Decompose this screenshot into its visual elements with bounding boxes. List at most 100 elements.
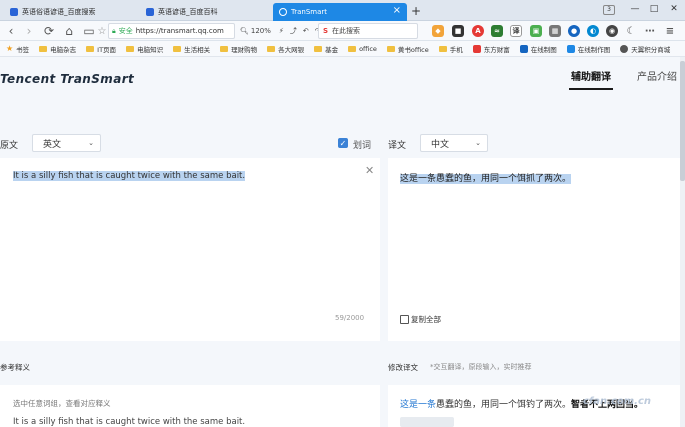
bookmark-label: 东方财富 — [483, 45, 510, 54]
clear-icon[interactable]: ✕ — [365, 164, 374, 177]
folder-icon — [267, 45, 276, 52]
ellipsis-icon[interactable]: ⋯ — [644, 25, 656, 37]
reload-button[interactable]: ⟳ — [42, 24, 56, 38]
search-placeholder: 在此搜索 — [332, 27, 361, 35]
bookmark-item[interactable]: office — [348, 45, 377, 53]
abp-icon[interactable]: A — [472, 25, 484, 37]
folder-icon — [126, 45, 135, 52]
bookmark-item[interactable]: 东方财富 — [472, 44, 510, 54]
reader-button[interactable]: ▭ — [82, 24, 96, 38]
target-language-value: 中文 — [431, 139, 450, 150]
bookmark-item[interactable]: 在线制作图 — [566, 44, 611, 54]
star-icon[interactable]: ☆ — [95, 24, 109, 38]
search-input[interactable]: S 在此搜索 — [318, 23, 418, 39]
tab-count-badge[interactable]: 3 — [603, 5, 615, 15]
source-text[interactable]: It is a silly fish that is caught twice … — [13, 171, 246, 181]
tab-transmart[interactable]: TranSmart × — [273, 3, 407, 21]
forward-button[interactable]: › — [22, 24, 36, 38]
menu-icon[interactable]: ≡ — [664, 25, 676, 37]
bookmark-item[interactable]: 黄书office — [386, 44, 429, 54]
share-icon[interactable]: ⤴ — [290, 26, 297, 36]
home-button[interactable]: ⌂ — [62, 24, 76, 38]
nav-product-intro[interactable]: 产品介绍 — [637, 68, 677, 83]
paw-icon — [10, 8, 18, 16]
maximize-button[interactable]: □ — [647, 4, 661, 14]
search-engine-icon: S — [323, 27, 329, 35]
reference-title: 参考释义 — [0, 363, 30, 372]
extension-icon[interactable]: ● — [568, 25, 580, 37]
new-tab-button[interactable]: + — [411, 4, 421, 18]
folder-icon — [314, 45, 323, 52]
address-toolbar: ‹ › ⟳ ⌂ ▭ ☆ 🔒︎ 安全 https://transmart.qq.c… — [0, 21, 685, 41]
bookmarks-bar: ★ 书签 电脑杂志 IT页面 电脑知识 生活相关 理财购物 各大网银 基金 off… — [0, 41, 685, 57]
tab-bar: 英语俗语谚语_百度搜索 英语谚语_百度百科 TranSmart × + 3 — … — [0, 0, 685, 21]
extension-icon[interactable]: ▦ — [549, 25, 561, 37]
globe-icon — [279, 8, 287, 16]
bookmark-item[interactable]: 在线制图 — [519, 44, 557, 54]
edit-text-rest: 愚蠢的鱼，用同一个饵钓了两次。 — [436, 400, 572, 410]
moon-icon[interactable]: ☾ — [625, 25, 637, 37]
extension-icon[interactable]: ▣ — [530, 25, 542, 37]
back-button[interactable]: ‹ — [4, 24, 18, 38]
zoom-indicator[interactable]: 🔍︎ 120% ⚡︎ ⤴ ↶ ↷ — [240, 24, 321, 38]
bookmark-item[interactable]: ★ 书签 — [6, 44, 29, 54]
folder-icon — [39, 45, 48, 52]
site-icon — [519, 44, 528, 53]
close-icon[interactable]: × — [393, 5, 401, 16]
source-text-wrap: It is a silly fish that is caught twice … — [13, 171, 246, 181]
tab-label: 英语俗语谚语_百度搜索 — [22, 8, 96, 16]
copy-all-button[interactable]: 复制全部 — [411, 314, 441, 325]
extension-icon[interactable]: ≈ — [491, 25, 503, 37]
undo-icon[interactable]: ↶ — [303, 27, 309, 35]
word-select-checkbox[interactable]: ✓ — [338, 138, 348, 148]
magnifier-icon: 🔍︎ — [240, 27, 249, 35]
lightning-icon[interactable]: ⚡︎ — [279, 27, 284, 35]
bookmark-label: 电脑杂志 — [50, 45, 77, 54]
extension-icon[interactable]: ■ — [452, 25, 464, 37]
nav-active-underline — [569, 88, 613, 90]
bookmark-item[interactable]: 各大网银 — [267, 44, 304, 54]
edit-hint: *交互翻译，原段输入，实时推荐 — [430, 363, 532, 371]
bookmark-item[interactable]: 电脑知识 — [126, 44, 163, 54]
folder-icon — [386, 45, 395, 52]
bookmark-item[interactable]: 天翼积分商城 — [620, 44, 670, 54]
target-language-select[interactable]: 中文 ⌄ — [420, 134, 488, 152]
edit-title: 修改译文 — [388, 363, 418, 372]
scrollbar-thumb[interactable] — [680, 61, 685, 181]
bookmark-item[interactable]: 手机 — [438, 44, 463, 54]
minimize-button[interactable]: — — [628, 4, 642, 14]
tab-baidu-baike[interactable]: 英语谚语_百度百科 — [140, 3, 270, 21]
bookmark-label: 黄书office — [397, 45, 429, 54]
bookmark-item[interactable]: 基金 — [314, 44, 338, 54]
bookmark-item[interactable]: 电脑杂志 — [39, 44, 76, 54]
bookmark-item[interactable]: IT页面 — [86, 44, 116, 54]
bookmark-item[interactable]: 理财购物 — [220, 44, 257, 54]
bookmark-label: 手机 — [449, 45, 463, 54]
nav-assisted-translation[interactable]: 辅助翻译 — [571, 68, 611, 83]
copy-icon[interactable] — [400, 315, 409, 324]
source-text-area[interactable] — [0, 158, 380, 341]
star-icon: ★ — [6, 44, 14, 53]
tab-label: TranSmart — [291, 8, 328, 16]
url-text: https://transmart.qq.com — [135, 27, 224, 35]
site-icon — [566, 44, 575, 53]
translate-icon[interactable]: 译 — [510, 25, 522, 37]
extension-icon[interactable]: ◐ — [587, 25, 599, 37]
chevron-down-icon: ⌄ — [475, 139, 481, 147]
bookmark-label: 天翼积分商城 — [631, 45, 671, 54]
bookmark-label: 在线制作图 — [577, 45, 611, 54]
address-bar[interactable]: 🔒︎ 安全 https://transmart.qq.com — [108, 23, 235, 39]
source-language-select[interactable]: 英文 ⌄ — [32, 134, 101, 152]
folder-icon — [348, 45, 357, 52]
game-icon[interactable]: ◆ — [432, 25, 444, 37]
close-window-button[interactable]: ✕ — [667, 4, 681, 14]
page-content: Tencent TranSmart 辅助翻译 产品介绍 原文 英文 ⌄ ✓ 划词… — [0, 57, 685, 427]
tab-baidu-search[interactable]: 英语俗语谚语_百度搜索 — [4, 3, 136, 21]
target-text[interactable]: 这是一条愚蠢的鱼，用同一个饵抓了两次。 — [400, 174, 572, 184]
folder-icon — [173, 45, 182, 52]
extension-icon[interactable]: ◉ — [606, 25, 618, 37]
bookmark-item[interactable]: 生活相关 — [173, 44, 210, 54]
suggestion-chip[interactable] — [400, 417, 454, 427]
word-select-label: 划词 — [353, 141, 372, 151]
reference-text[interactable]: It is a silly fish that is caught twice … — [13, 417, 245, 427]
